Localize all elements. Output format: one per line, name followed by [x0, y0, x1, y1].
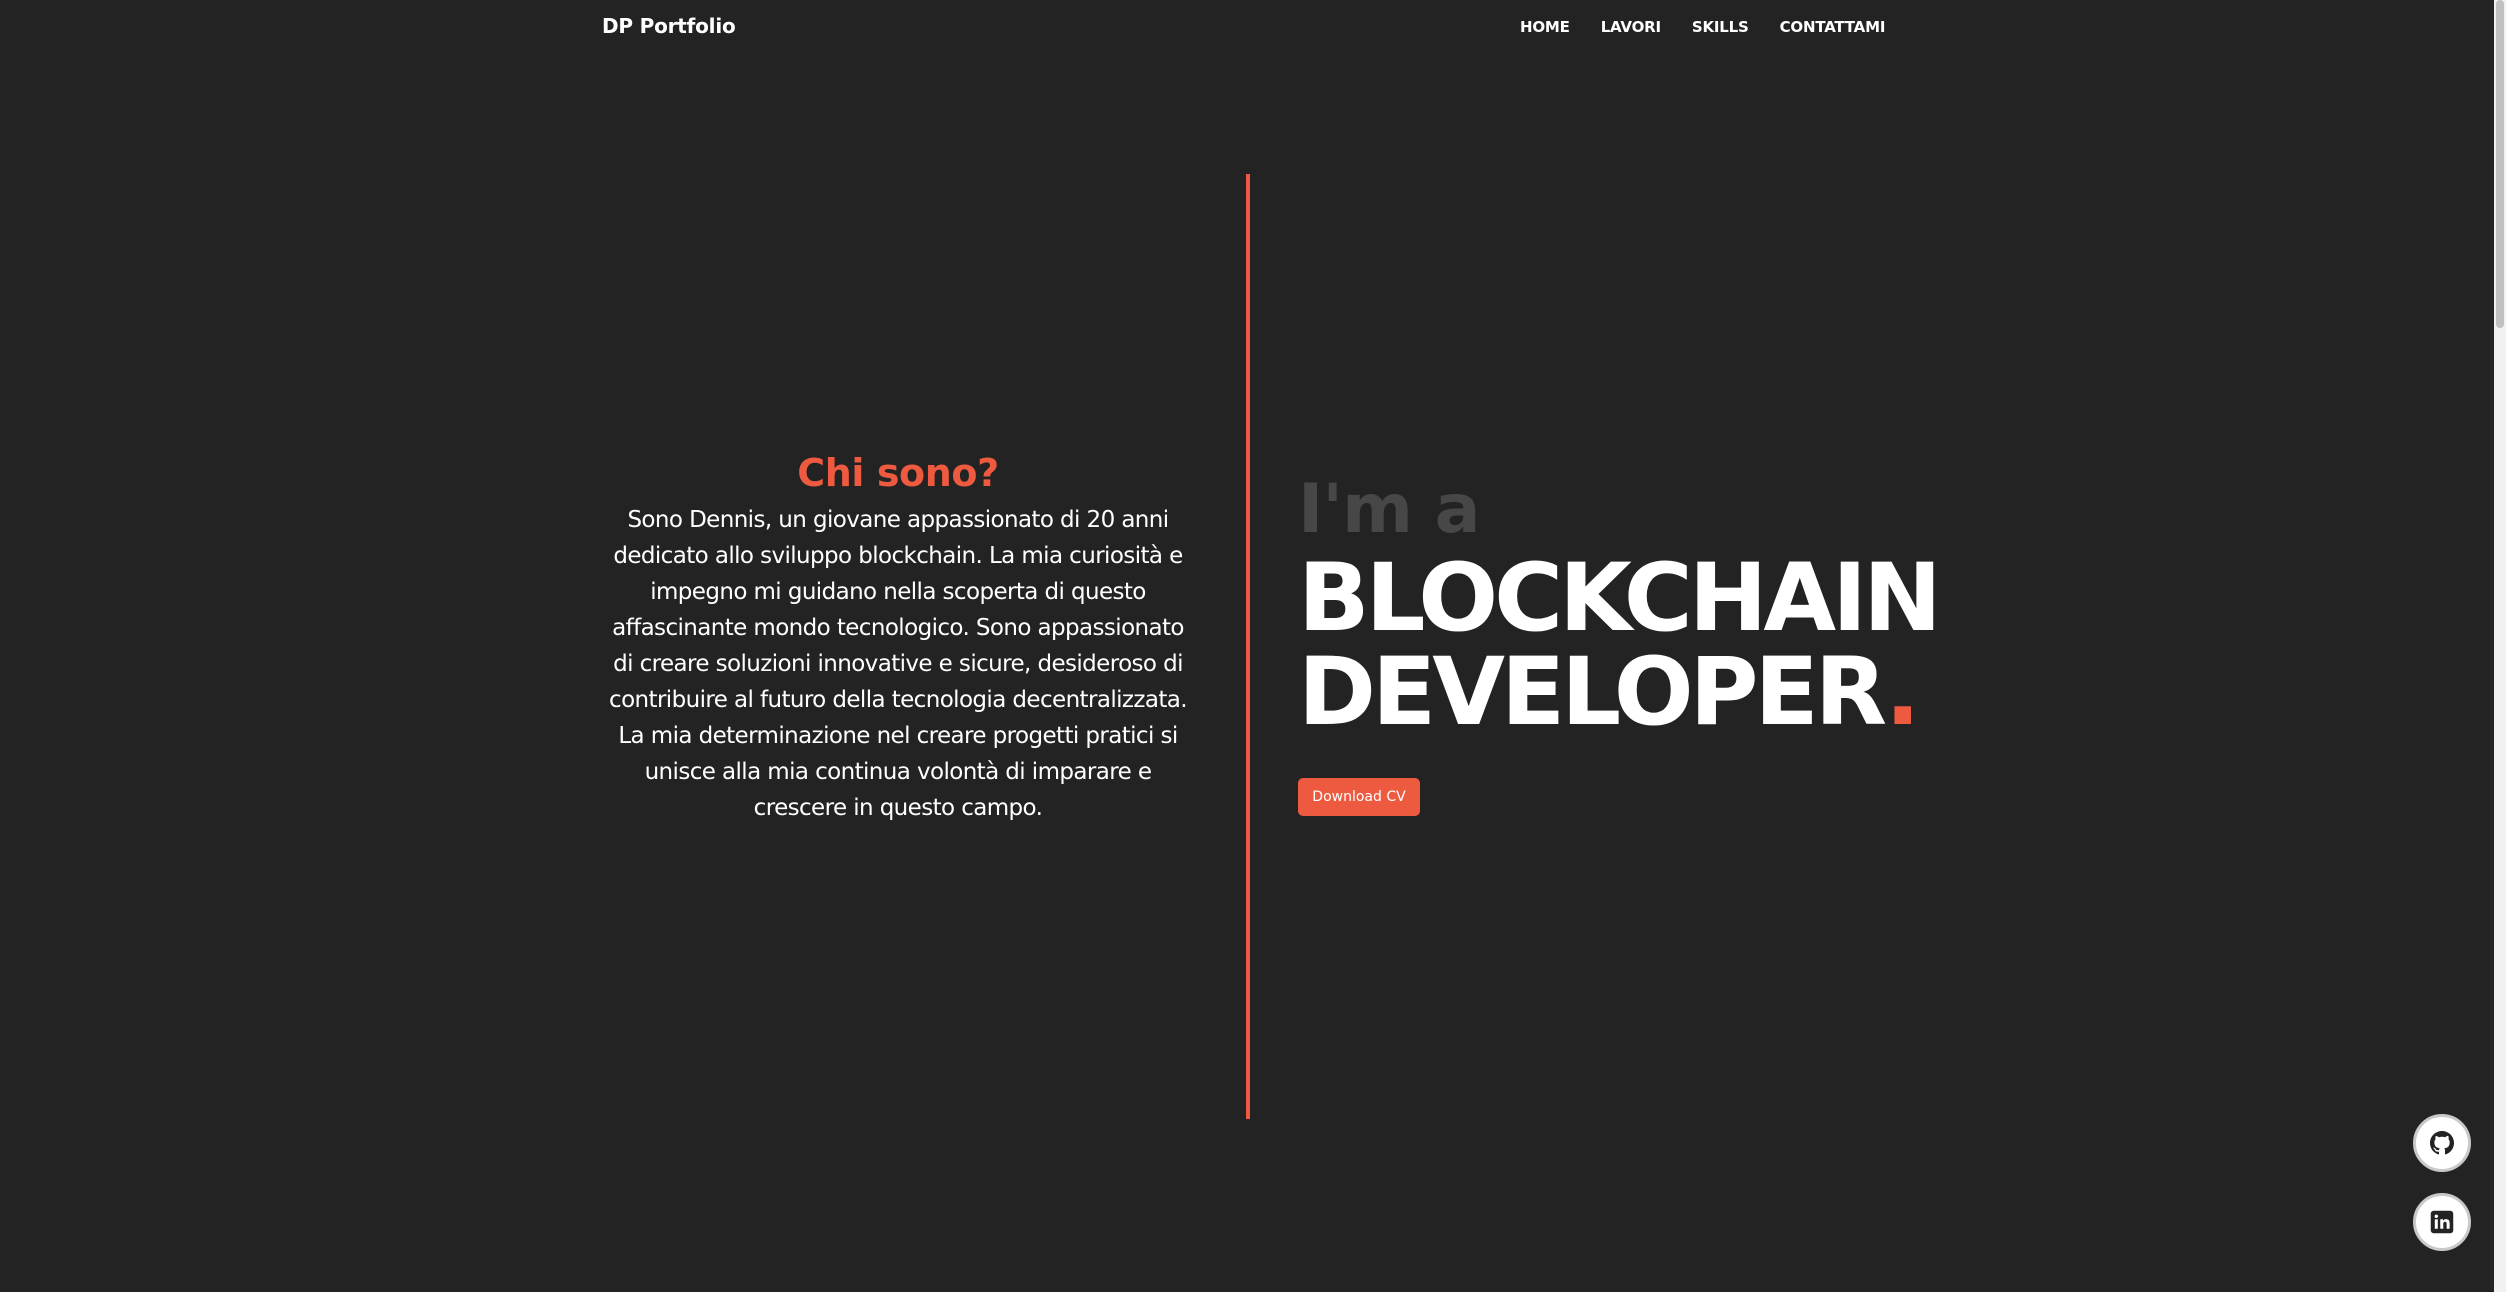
hero-title-dot: . [1884, 638, 1921, 747]
hero-title: BLOCKCHAIN DEVELOPER. [1298, 552, 2018, 740]
download-cv-button[interactable]: Download CV [1298, 778, 1420, 816]
nav-link-skills[interactable]: SKILLS [1692, 18, 1749, 36]
about-section: Chi sono? Sono Dennis, un giovane appass… [600, 448, 1196, 826]
vertical-divider [1246, 174, 1250, 1119]
page: DP Portfolio HOME LAVORI SKILLS CONTATTA… [0, 0, 2506, 1292]
brand-logo[interactable]: DP Portfolio [602, 14, 736, 38]
scrollbar-thumb[interactable] [2496, 0, 2504, 328]
linkedin-button[interactable] [2413, 1193, 2471, 1251]
hero-title-line2: DEVELOPER [1298, 638, 1889, 747]
hero-pretitle: I'm a [1298, 470, 1481, 549]
nav-link-lavori[interactable]: LAVORI [1601, 18, 1661, 36]
scrollbar[interactable] [2494, 0, 2506, 1292]
nav-link-contattami[interactable]: CONTATTAMI [1780, 18, 1886, 36]
github-icon [2430, 1131, 2454, 1155]
hero-title-line1: BLOCKCHAIN [1298, 544, 1942, 653]
about-title: Chi sono? [797, 451, 999, 495]
nav-links: HOME LAVORI SKILLS CONTATTAMI [1520, 18, 1885, 36]
navbar: DP Portfolio HOME LAVORI SKILLS CONTATTA… [0, 0, 2494, 56]
nav-link-home[interactable]: HOME [1520, 18, 1570, 36]
hero-section: I'm a BLOCKCHAIN DEVELOPER. Download CV [1298, 468, 2018, 816]
about-text: Sono Dennis, un giovane appassionato di … [609, 507, 1188, 821]
linkedin-icon [2430, 1210, 2454, 1234]
github-button[interactable] [2413, 1114, 2471, 1172]
